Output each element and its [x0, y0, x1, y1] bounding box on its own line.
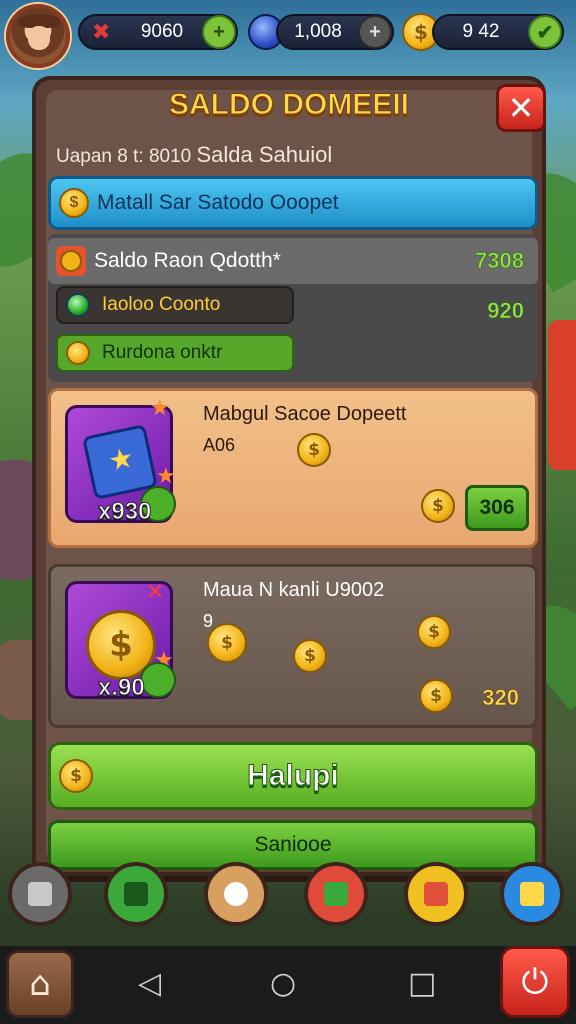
coin-icon: $: [417, 615, 451, 649]
offer-subtitle: A06: [203, 435, 236, 455]
secondary-action-button[interactable]: Saniooe: [48, 820, 538, 870]
close-icon: ✕: [146, 580, 165, 605]
side-tab[interactable]: [548, 320, 576, 470]
add-gems-button[interactable]: +: [358, 15, 392, 49]
close-button[interactable]: ✕: [496, 84, 546, 132]
panel-title: SALDO DOMEEII: [168, 88, 409, 122]
offer-card-book[interactable]: ★ ★ x930 Mabgul Sacoe Dopeett A06 $ $ 30…: [48, 388, 538, 548]
offer-title: Maua N kanli U9002: [203, 579, 385, 601]
nav-map-button[interactable]: [204, 862, 268, 926]
back-icon[interactable]: ◁: [138, 966, 161, 1001]
book-bundle-art: ★ ★ x930: [65, 396, 176, 526]
subtitle-prefix: Uapan 8 t: 8010: [56, 146, 192, 167]
gems-value: 1,008: [294, 21, 342, 42]
player-avatar[interactable]: [6, 4, 70, 68]
resource-bar: ✖ 9060 + 1,008 + $ 9 42 ✔: [0, 0, 576, 68]
coins-value: 9 42: [462, 21, 500, 42]
balance-value: 7308: [475, 248, 524, 274]
coin-icon: $: [297, 433, 331, 467]
check-icon[interactable]: ✔: [528, 15, 562, 49]
primary-action-label: Halupi: [247, 759, 340, 793]
coins-counter: 9 42 ✔: [432, 14, 564, 50]
home-icon[interactable]: ⌂: [6, 950, 74, 1018]
lives-counter: ✖ 9060 +: [78, 14, 238, 50]
banner-label: Matall Sar Satodo Ooopet: [97, 191, 339, 214]
coin-icon: [66, 341, 90, 365]
count-value: 920: [487, 298, 524, 324]
offer-title: Mabgul Sacoe Dopeett: [203, 403, 407, 425]
offer-card-coins[interactable]: $ ✕ ★ x.90 Maua N kanli U9002 9 $ $ $ $ …: [48, 564, 538, 728]
balance-stats: Saldo Raon Qdotth* 7308 Iaoloo Coonto 92…: [48, 234, 538, 382]
nav-shop-button[interactable]: [104, 862, 168, 926]
avatar-face: [28, 26, 50, 50]
recent-apps-icon[interactable]: □: [408, 966, 436, 1001]
close-icon: ✕: [507, 89, 535, 127]
lives-value: 9060: [140, 21, 184, 42]
count-pill[interactable]: Iaoloo Coonto: [56, 286, 294, 324]
heart-icon: ✖: [92, 19, 111, 44]
balance-row: Saldo Raon Qdotth* 7308: [48, 238, 538, 284]
rewards-label: Rurdona onktr: [102, 342, 223, 363]
coin-icon: $: [421, 489, 455, 523]
panel-subtitle: Uapan 8 t: 8010 Salda Sahuiol: [56, 142, 332, 168]
coin-bundle-art: $ ✕ ★ x.90: [65, 580, 176, 702]
bundle-amount: x930: [97, 498, 152, 526]
buy-button[interactable]: 306: [465, 485, 529, 531]
nav-inventory-button[interactable]: [8, 862, 72, 926]
add-lives-button[interactable]: +: [202, 15, 236, 49]
gems-counter: 1,008 +: [276, 14, 394, 50]
nav-star-button[interactable]: [500, 862, 564, 926]
star-icon: ★: [150, 396, 170, 421]
coin-icon: $: [293, 639, 327, 673]
deposit-panel: SALDO DOMEEII ✕ Uapan 8 t: 8010 Salda Sa…: [32, 76, 546, 876]
coin-icon: $: [59, 188, 89, 218]
bundle-amount: x.90: [98, 674, 146, 702]
balance-label: Saldo Raon Qdotth*: [94, 249, 281, 272]
coin-icon: $: [419, 679, 453, 713]
count-label: Iaoloo Coonto: [102, 294, 221, 315]
deposit-banner[interactable]: $ Matall Sar Satodo Ooopet: [48, 176, 538, 230]
subtitle-main: Salda Sahuiol: [196, 142, 333, 167]
coin-icon: $: [207, 623, 247, 663]
rewards-pill[interactable]: Rurdona onktr: [56, 334, 294, 372]
primary-action-button[interactable]: $ Halupi: [48, 742, 538, 810]
home-circle-icon[interactable]: ○: [270, 966, 296, 1001]
bonus-disc: [140, 662, 176, 698]
offer-price: 320: [482, 685, 519, 711]
gem-icon: [66, 293, 90, 317]
nav-gifts-button[interactable]: [404, 862, 468, 926]
power-icon[interactable]: ⏻: [500, 946, 570, 1018]
nav-events-button[interactable]: [304, 862, 368, 926]
coin-icon: [56, 246, 86, 276]
